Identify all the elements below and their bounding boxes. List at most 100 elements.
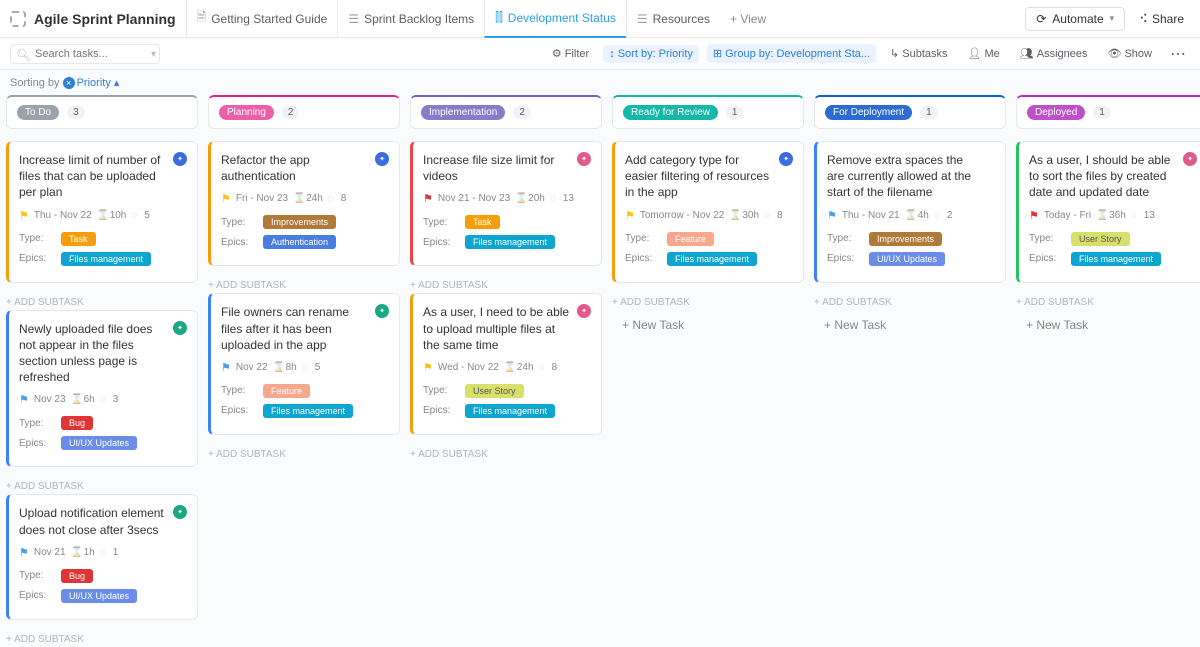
- automate-icon: ⟳: [1036, 12, 1046, 26]
- flag-icon[interactable]: ⚑: [221, 192, 231, 205]
- filter-button[interactable]: ⚙Filter: [546, 44, 595, 63]
- person-icon: 👤︎: [968, 47, 982, 60]
- hourglass-icon: ⌛: [71, 394, 79, 405]
- epic-pill[interactable]: Files management: [263, 404, 353, 418]
- tab-sprint-backlog[interactable]: ☰ Sprint Backlog Items: [337, 0, 484, 38]
- task-card[interactable]: Refactor the app authentication✦⚑Fri - N…: [208, 141, 400, 266]
- type-pill[interactable]: Feature: [263, 384, 310, 398]
- assignees-button[interactable]: 👥︎Assignees: [1014, 44, 1094, 63]
- column-header[interactable]: For Deployment1: [814, 95, 1006, 129]
- epic-pill[interactable]: Files management: [1071, 252, 1161, 266]
- type-pill[interactable]: Task: [465, 215, 500, 229]
- type-pill[interactable]: Feature: [667, 232, 714, 246]
- subtasks-button[interactable]: ↳Subtasks: [884, 44, 953, 63]
- new-task-button[interactable]: + New Task: [1016, 310, 1200, 340]
- sort-button[interactable]: ↕Sort by: Priority: [603, 45, 699, 63]
- tab-resources[interactable]: ☰ Resources: [626, 0, 720, 38]
- card-title: Newly uploaded file does not appear in t…: [19, 321, 187, 386]
- automate-button[interactable]: ⟳ Automate ▾: [1025, 7, 1125, 31]
- task-card[interactable]: Increase limit of number of files that c…: [6, 141, 198, 283]
- add-view-button[interactable]: + View: [720, 0, 776, 38]
- new-task-button[interactable]: + New Task: [814, 310, 1006, 340]
- add-subtask-button[interactable]: + ADD SUBTASK: [814, 291, 1006, 310]
- avatar[interactable]: ✦: [375, 152, 389, 166]
- column-header[interactable]: Implementation2: [410, 95, 602, 129]
- card-estimate: 8h: [286, 362, 297, 373]
- type-pill[interactable]: Improvements: [869, 232, 942, 246]
- new-task-button[interactable]: + New Task: [612, 310, 804, 340]
- card-meta: ⚑Nov 21⌛1h◌1: [19, 546, 187, 559]
- task-card[interactable]: Remove extra spaces the are currently al…: [814, 141, 1006, 283]
- flag-icon[interactable]: ⚑: [827, 209, 837, 222]
- column-header[interactable]: Deployed1: [1016, 95, 1200, 129]
- avatar[interactable]: ✦: [577, 152, 591, 166]
- avatar[interactable]: ✦: [173, 152, 187, 166]
- more-menu-button[interactable]: ⋯: [1166, 44, 1190, 64]
- column-header[interactable]: To Do3: [6, 95, 198, 129]
- add-subtask-button[interactable]: + ADD SUBTASK: [612, 291, 804, 310]
- epic-pill[interactable]: UI/UX Updates: [61, 589, 137, 603]
- type-pill[interactable]: Task: [61, 232, 96, 246]
- share-button[interactable]: ⠪ Share: [1133, 8, 1190, 30]
- tab-development-status[interactable]: ⫿⫿ Development Status: [484, 0, 626, 38]
- count-icon: ◌: [764, 210, 772, 221]
- avatar[interactable]: ✦: [173, 321, 187, 335]
- flag-icon[interactable]: ⚑: [19, 209, 29, 222]
- epic-pill[interactable]: Files management: [465, 235, 555, 249]
- me-button[interactable]: 👤︎Me: [962, 44, 1006, 63]
- epic-pill[interactable]: Files management: [667, 252, 757, 266]
- task-card[interactable]: Add category type for easier filtering o…: [612, 141, 804, 283]
- task-card[interactable]: Upload notification element does not clo…: [6, 494, 198, 619]
- sorting-value[interactable]: Priority ▴: [77, 77, 120, 89]
- project-title: Agile Sprint Planning: [34, 11, 176, 27]
- flag-icon[interactable]: ⚑: [1029, 209, 1039, 222]
- task-card[interactable]: As a user, I need to be able to upload m…: [410, 293, 602, 435]
- column-ready-for-review: Ready for Review1 Add category type for e…: [612, 95, 804, 647]
- chevron-down-icon[interactable]: ▾: [151, 49, 156, 60]
- add-subtask-button[interactable]: + ADD SUBTASK: [208, 443, 400, 462]
- type-pill[interactable]: User Story: [1071, 232, 1130, 246]
- flag-icon[interactable]: ⚑: [19, 546, 29, 559]
- type-pill[interactable]: Bug: [61, 416, 93, 430]
- tab-getting-started[interactable]: 🗎 Getting Started Guide: [186, 0, 338, 38]
- column-pill: Planning: [219, 105, 274, 120]
- column-header[interactable]: Ready for Review1: [612, 95, 804, 129]
- column-header[interactable]: Planning2: [208, 95, 400, 129]
- add-subtask-button[interactable]: + ADD SUBTASK: [6, 475, 198, 494]
- task-card[interactable]: Increase file size limit for videos✦⚑Nov…: [410, 141, 602, 266]
- add-subtask-button[interactable]: + ADD SUBTASK: [6, 628, 198, 647]
- add-subtask-button[interactable]: + ADD SUBTASK: [410, 274, 602, 293]
- task-card[interactable]: Newly uploaded file does not appear in t…: [6, 310, 198, 468]
- sort-label: Sort by: Priority: [618, 48, 693, 60]
- column-count: 1: [920, 106, 938, 119]
- group-button[interactable]: ⊞Group by: Development Sta...: [707, 44, 876, 63]
- add-subtask-button[interactable]: + ADD SUBTASK: [208, 274, 400, 293]
- list-icon: ☰: [348, 12, 359, 26]
- type-pill[interactable]: Bug: [61, 569, 93, 583]
- avatar[interactable]: ✦: [779, 152, 793, 166]
- epic-pill[interactable]: Files management: [465, 404, 555, 418]
- type-pill[interactable]: User Story: [465, 384, 524, 398]
- epic-pill[interactable]: Files management: [61, 252, 151, 266]
- add-subtask-button[interactable]: + ADD SUBTASK: [1016, 291, 1200, 310]
- epic-pill[interactable]: Authentication: [263, 235, 336, 249]
- epic-pill[interactable]: UI/UX Updates: [61, 436, 137, 450]
- flag-icon[interactable]: ⚑: [423, 361, 433, 374]
- task-card[interactable]: File owners can rename files after it ha…: [208, 293, 400, 435]
- flag-icon[interactable]: ⚑: [19, 393, 29, 406]
- flag-icon[interactable]: ⚑: [625, 209, 635, 222]
- show-label: Show: [1124, 48, 1152, 60]
- add-subtask-button[interactable]: + ADD SUBTASK: [410, 443, 602, 462]
- card-date: Nov 21 - Nov 23: [438, 193, 510, 204]
- search-input[interactable]: [10, 44, 160, 64]
- flag-icon[interactable]: ⚑: [423, 192, 433, 205]
- show-button[interactable]: 👁︎Show: [1102, 44, 1159, 63]
- clear-sort-button[interactable]: ×: [63, 77, 75, 89]
- type-pill[interactable]: Improvements: [263, 215, 336, 229]
- avatar[interactable]: ✦: [1183, 152, 1197, 166]
- task-card[interactable]: As a user, I should be able to sort the …: [1016, 141, 1200, 283]
- add-subtask-button[interactable]: + ADD SUBTASK: [6, 291, 198, 310]
- flag-icon[interactable]: ⚑: [221, 361, 231, 374]
- epics-label: Epics:: [1029, 253, 1071, 264]
- epic-pill[interactable]: UI/UX Updates: [869, 252, 945, 266]
